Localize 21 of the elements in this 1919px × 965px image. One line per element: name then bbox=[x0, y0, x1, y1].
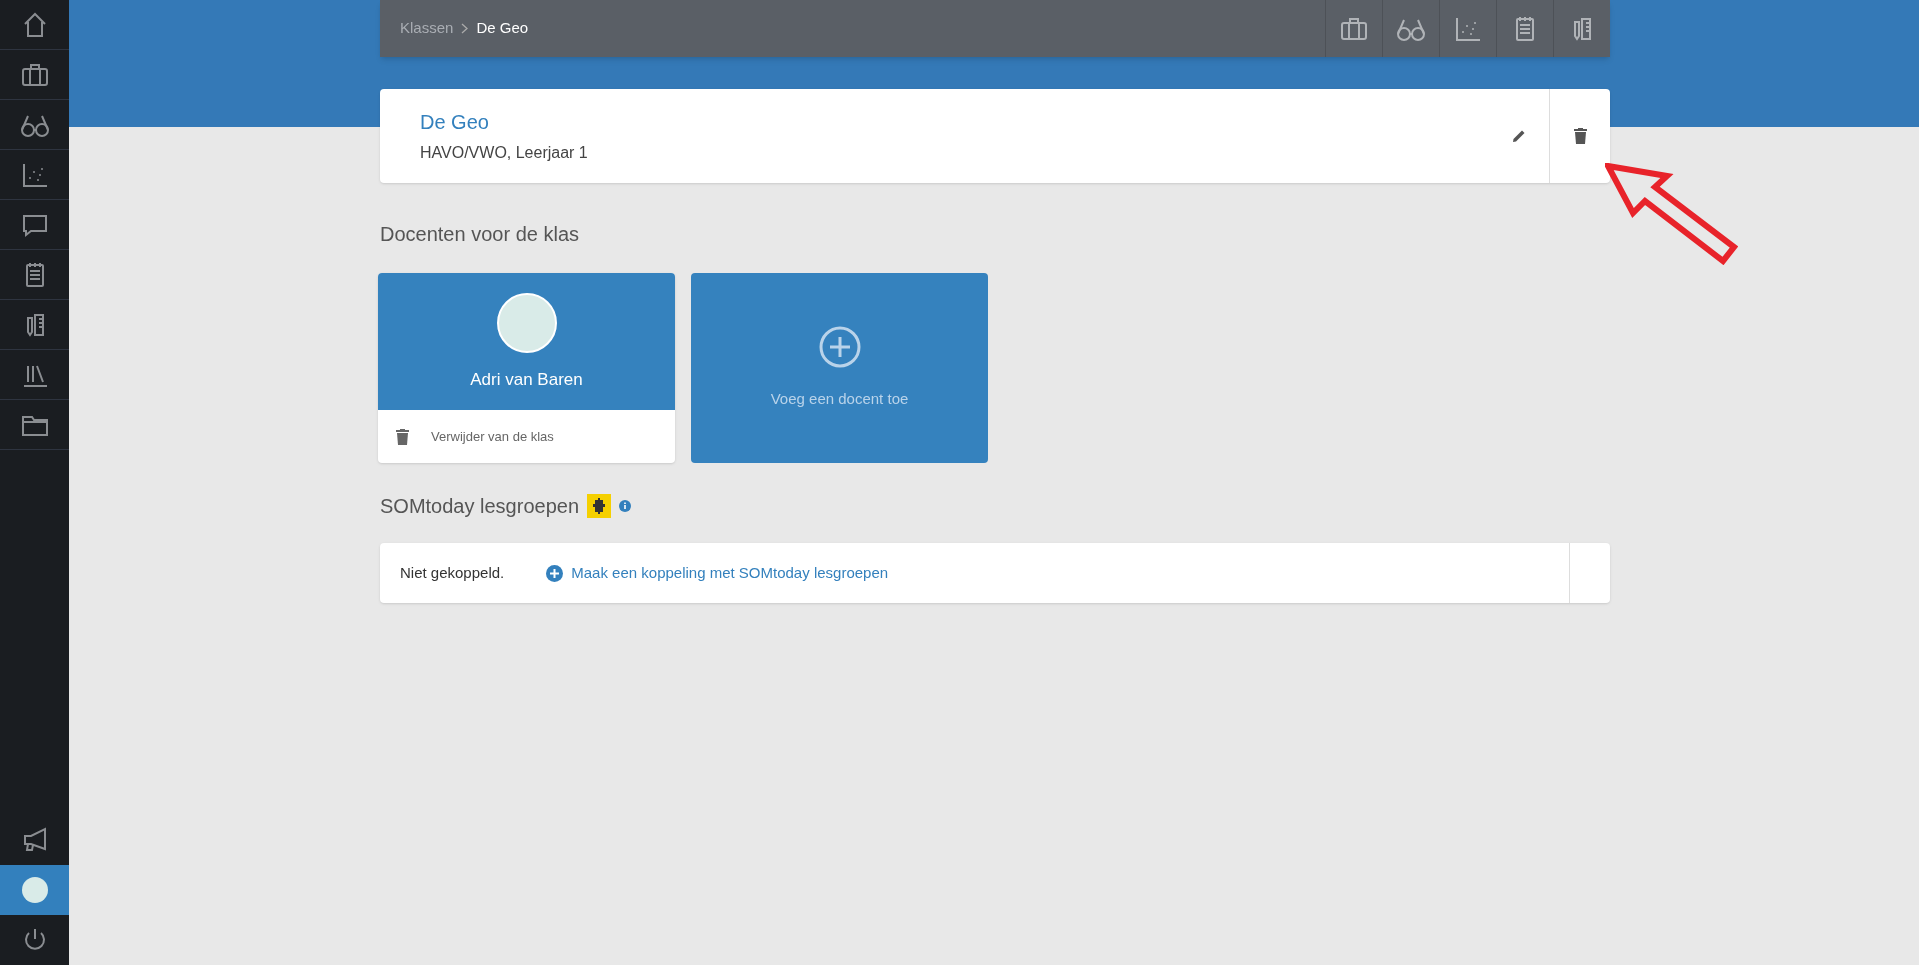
breadcrumb-current: De Geo bbox=[476, 18, 529, 39]
link-button[interactable]: Maak een koppeling met SOMtoday lesgroepen bbox=[546, 561, 889, 585]
puzzle-icon bbox=[587, 494, 611, 518]
plus-circle-icon bbox=[818, 325, 861, 368]
add-teacher-button[interactable]: Voeg een docent toe bbox=[691, 273, 988, 463]
trash-icon bbox=[1573, 128, 1587, 144]
trash-icon bbox=[396, 428, 409, 445]
avatar-icon bbox=[19, 875, 50, 905]
plus-circle-icon bbox=[546, 564, 564, 582]
remove-teacher-button[interactable]: Verwijder van de klas bbox=[378, 410, 675, 463]
class-subtitle: HAVO/VWO, Leerjaar 1 bbox=[420, 143, 589, 163]
teacher-name: Adri van Baren bbox=[470, 369, 583, 391]
class-title: De Geo bbox=[420, 110, 490, 135]
section-heading: SOMtoday lesgroepen bbox=[380, 494, 579, 519]
info-icon[interactable] bbox=[619, 500, 631, 512]
section-heading: Docenten voor de klas bbox=[380, 222, 580, 247]
status-text: Niet gekoppeld. bbox=[400, 562, 505, 583]
avatar-icon bbox=[496, 293, 557, 353]
chevron-right-icon bbox=[461, 23, 469, 34]
breadcrumb-link[interactable]: Klassen bbox=[400, 17, 454, 40]
sidebar-item[interactable] bbox=[0, 865, 69, 915]
